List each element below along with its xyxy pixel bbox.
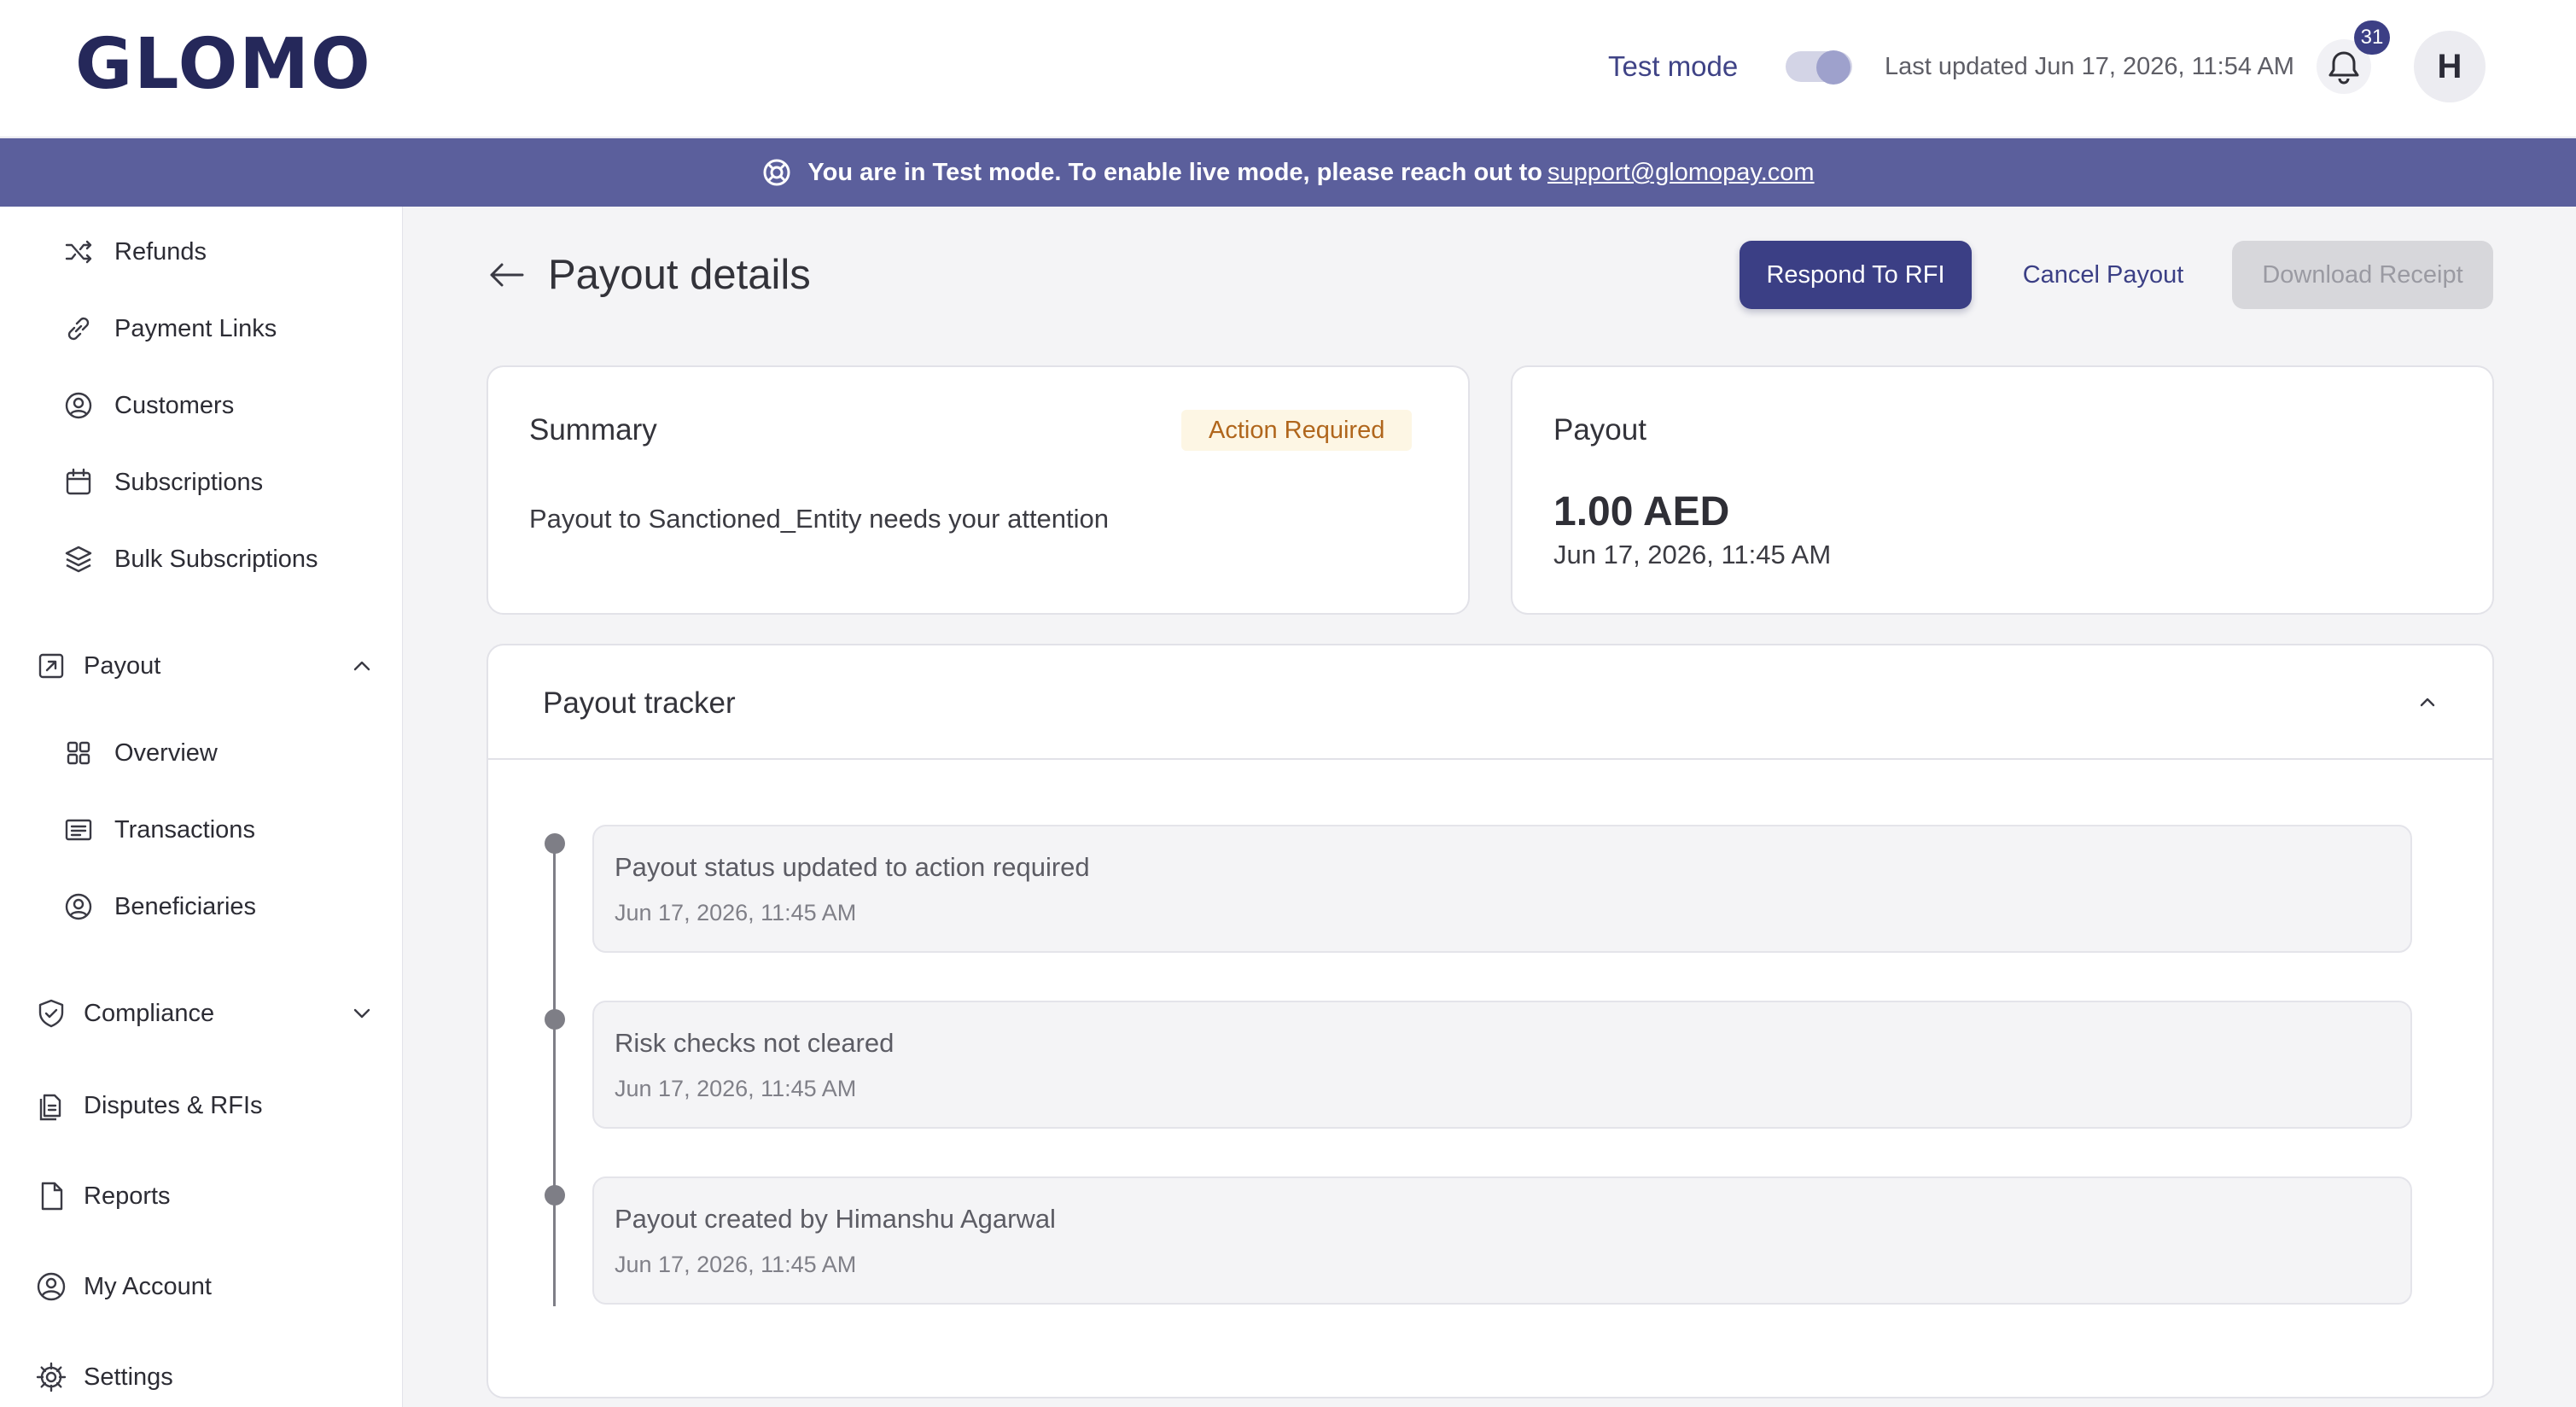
back-arrow-icon[interactable]	[485, 258, 527, 292]
chevron-up-icon[interactable]	[2412, 686, 2443, 717]
sidebar-item-my-account[interactable]: My Account	[34, 1261, 212, 1312]
user-circle-icon	[34, 1270, 68, 1304]
timeline-event: Payout status updated to action required…	[592, 825, 2412, 953]
timeline-event-title: Payout created by Himanshu Agarwal	[615, 1204, 1056, 1234]
chevron-up-icon[interactable]	[348, 652, 376, 680]
sidebar-item-transactions[interactable]: Transactions	[61, 804, 255, 855]
summary-message: Payout to Sanctioned_Entity needs your a…	[529, 504, 1110, 534]
sidebar-item-label: Customers	[114, 392, 235, 419]
sidebar-section-label: Payout	[84, 652, 161, 680]
timeline-dot	[545, 1009, 565, 1030]
summary-title: Summary	[529, 413, 657, 447]
cancel-payout-button[interactable]: Cancel Payout	[2002, 241, 2204, 309]
timeline-event-time: Jun 17, 2026, 11:45 AM	[615, 1252, 857, 1277]
glomo-logo[interactable]: GLOMO	[75, 30, 372, 100]
sidebar-item-bulk-subscriptions[interactable]: Bulk Subscriptions	[61, 534, 318, 585]
sidebar-item-subscriptions[interactable]: Subscriptions	[61, 457, 263, 508]
timeline-event: Payout created by Himanshu Agarwal Jun 1…	[592, 1176, 2412, 1305]
sidebar-item-label: Settings	[84, 1363, 173, 1391]
timeline-event-title: Risk checks not cleared	[615, 1028, 895, 1058]
customers-icon	[61, 388, 96, 423]
sidebar-item-label: Overview	[114, 739, 218, 767]
sidebar-item-label: Bulk Subscriptions	[114, 546, 318, 573]
test-mode-label: Test mode	[1608, 50, 1739, 82]
sidebar-item-label: Refunds	[114, 238, 207, 266]
receipt-icon	[61, 813, 96, 847]
timeline-line	[553, 844, 556, 1306]
sidebar-section-label: Compliance	[84, 1000, 215, 1027]
notifications-badge: 31	[2354, 20, 2390, 55]
sidebar-item-disputes-rfis[interactable]: Disputes & RFIs	[34, 1080, 263, 1131]
test-mode-banner: You are in Test mode. To enable live mod…	[0, 138, 2576, 207]
calendar-icon	[61, 465, 96, 499]
sidebar-item-beneficiaries[interactable]: Beneficiaries	[61, 881, 256, 932]
summary-card: Summary Action Required Payout to Sancti…	[487, 365, 1470, 615]
avatar[interactable]: H	[2414, 31, 2486, 102]
payout-title: Payout	[1553, 413, 1646, 447]
timeline-event-title: Payout status updated to action required	[615, 852, 1090, 882]
respond-to-rfi-button[interactable]: Respond To RFI	[1740, 241, 1972, 309]
sidebar-item-label: Disputes & RFIs	[84, 1092, 263, 1119]
sidebar-item-customers[interactable]: Customers	[61, 380, 234, 431]
download-receipt-button[interactable]: Download Receipt	[2232, 241, 2493, 309]
chevron-down-icon[interactable]	[348, 1000, 376, 1027]
timeline-event-time: Jun 17, 2026, 11:45 AM	[615, 900, 857, 925]
sidebar: Refunds Payment Links Customers Subscrip…	[0, 207, 403, 1407]
timeline-dot	[545, 1185, 565, 1206]
status-badge: Action Required	[1181, 410, 1413, 451]
shield-check-icon	[34, 996, 68, 1030]
timeline-event-time: Jun 17, 2026, 11:45 AM	[615, 1076, 857, 1101]
sidebar-item-overview[interactable]: Overview	[61, 727, 218, 779]
timeline-event: Risk checks not cleared Jun 17, 2026, 11…	[592, 1001, 2412, 1129]
sidebar-item-settings[interactable]: Settings	[34, 1352, 173, 1403]
sidebar-section-compliance[interactable]: Compliance	[34, 988, 214, 1039]
payout-tracker-card: Payout tracker Payout status updated to …	[487, 644, 2494, 1398]
sidebar-item-label: Payment Links	[114, 315, 277, 342]
page-title: Payout details	[548, 252, 811, 298]
link-icon	[61, 312, 96, 346]
sidebar-item-label: Beneficiaries	[114, 893, 257, 920]
layers-icon	[61, 542, 96, 576]
sidebar-item-label: Transactions	[114, 816, 255, 844]
gear-icon	[34, 1360, 68, 1394]
file-icon	[34, 1179, 68, 1213]
shuffle-icon	[61, 235, 96, 269]
payout-card: Payout 1.00 AED Jun 17, 2026, 11:45 AM	[1511, 365, 2494, 615]
grid-icon	[61, 736, 96, 770]
top-header: GLOMO Test mode Last updated Jun 17, 202…	[0, 0, 2576, 137]
documents-icon	[34, 1089, 68, 1123]
support-email-link[interactable]: support@glomopay.com	[1547, 157, 1815, 188]
timeline-dot	[545, 833, 565, 854]
sidebar-item-payment-links[interactable]: Payment Links	[61, 303, 277, 354]
tracker-title: Payout tracker	[543, 686, 736, 720]
toggle-knob[interactable]	[1816, 50, 1850, 85]
banner-text: You are in Test mode. To enable live mod…	[807, 159, 1542, 186]
sidebar-item-reports[interactable]: Reports	[34, 1171, 171, 1222]
sidebar-item-refunds[interactable]: Refunds	[61, 226, 207, 277]
divider	[488, 758, 2492, 760]
lifebuoy-icon	[763, 159, 790, 186]
payout-amount: 1.00 AED	[1553, 489, 1730, 534]
beneficiaries-icon	[61, 890, 96, 924]
sidebar-section-payout[interactable]: Payout	[34, 640, 160, 692]
sidebar-item-label: Subscriptions	[114, 469, 264, 496]
payout-date: Jun 17, 2026, 11:45 AM	[1553, 540, 1832, 569]
sidebar-item-label: Reports	[84, 1182, 171, 1210]
last-updated-text: Last updated Jun 17, 2026, 11:54 AM	[1885, 53, 2294, 80]
payout-icon	[34, 649, 68, 683]
sidebar-item-label: My Account	[84, 1273, 212, 1300]
